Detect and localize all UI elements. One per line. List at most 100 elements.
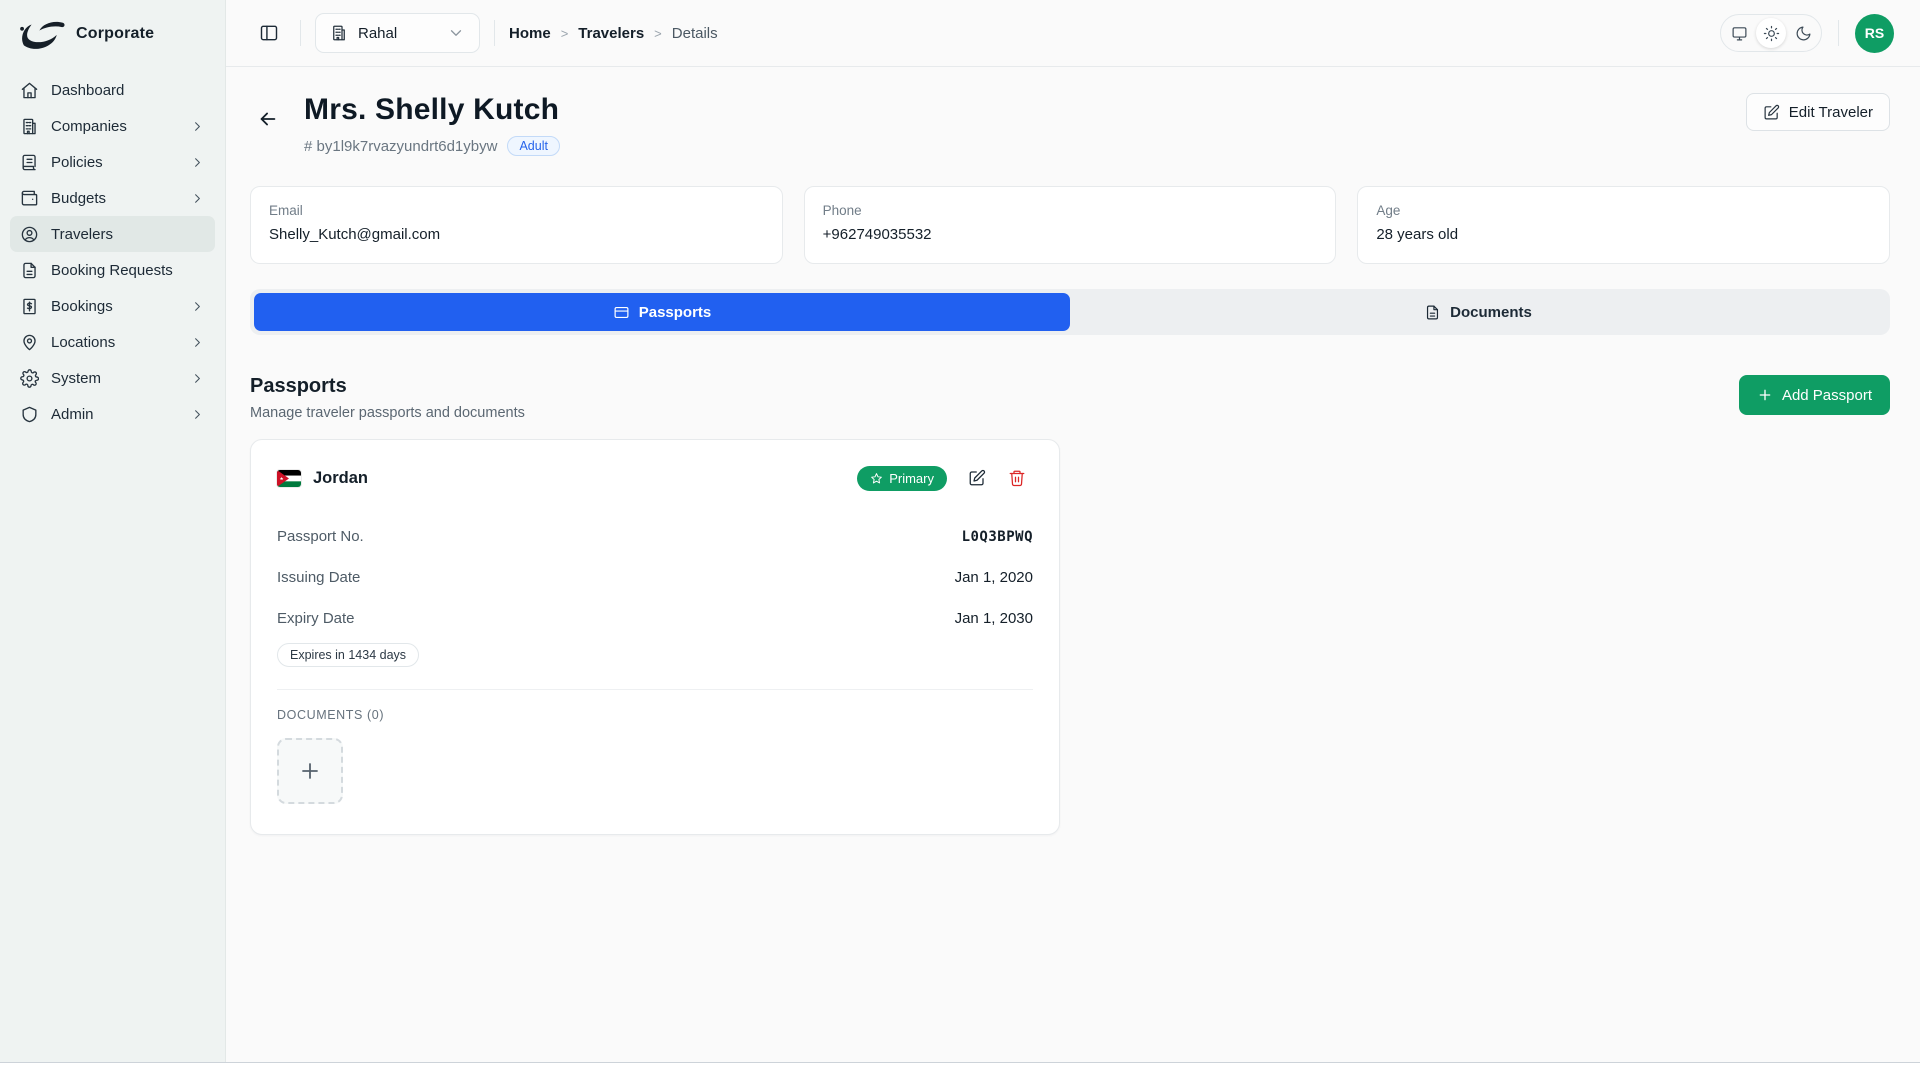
phone-label: Phone [823,203,1318,218]
gear-icon [20,369,39,388]
sidebar-item-system[interactable]: System [10,360,215,396]
passports-section-header: Passports Manage traveler passports and … [250,375,1890,421]
theme-light-button[interactable] [1756,18,1786,48]
divider [1838,20,1839,46]
sun-icon [1763,25,1780,42]
user-circle-icon [20,225,39,244]
sidebar-item-label: Dashboard [51,82,205,99]
passport-number-label: Passport No. [277,528,364,545]
age-label: Age [1376,203,1871,218]
page-title: Mrs. Shelly Kutch [304,93,560,127]
sidebar-item-policies[interactable]: Policies [10,144,215,180]
topbar: Rahal Home > Travelers > Details [226,0,1920,67]
receipt-icon [20,297,39,316]
add-document-dropzone[interactable] [277,738,343,804]
sidebar-item-booking-requests[interactable]: Booking Requests [10,252,215,288]
documents-count-label: DOCUMENTS (0) [277,708,1033,722]
info-cards: Email Shelly_Kutch@gmail.com Phone +9627… [250,186,1890,264]
expiry-date-row: Expiry Date Jan 1, 2030 [277,602,1033,635]
organization-selector[interactable]: Rahal [315,13,480,53]
sidebar-item-dashboard[interactable]: Dashboard [10,72,215,108]
sidebar-item-label: Travelers [51,226,205,243]
edit-traveler-button[interactable]: Edit Traveler [1746,93,1890,131]
expiry-countdown-badge: Expires in 1434 days [277,643,419,667]
plus-icon [298,759,322,783]
edit-pencil-icon [968,469,986,487]
shield-icon [20,405,39,424]
file-text-icon [1424,304,1441,321]
passport-card-header: Jordan Primary [277,462,1033,494]
panel-left-icon [259,23,279,43]
delete-passport-button[interactable] [1001,462,1033,494]
chevron-right-icon [190,335,205,350]
add-passport-label: Add Passport [1782,387,1872,404]
chevron-right-icon [190,407,205,422]
phone-card: Phone +962749035532 [804,186,1337,264]
issuing-date-label: Issuing Date [277,569,360,586]
tab-passports[interactable]: Passports [254,293,1070,331]
theme-switcher [1720,14,1822,52]
chevron-down-icon [447,24,465,42]
building-icon [20,117,39,136]
building-icon [330,24,348,42]
star-icon [870,472,883,485]
organization-name: Rahal [358,25,437,42]
traveler-meta: # by1l9k7rvazyundrt6d1ybyw Adult [304,136,560,156]
scroll-icon [20,153,39,172]
email-label: Email [269,203,764,218]
passport-actions [961,462,1033,494]
sidebar-item-companies[interactable]: Companies [10,108,215,144]
traveler-type-badge: Adult [507,136,560,156]
app-window: Corporate Dashboard Companies [0,0,1920,1063]
divider [300,20,301,46]
add-passport-button[interactable]: Add Passport [1739,375,1890,415]
chevron-right-icon [190,155,205,170]
breadcrumb-home[interactable]: Home [509,25,551,42]
theme-dark-button[interactable] [1788,18,1818,48]
traveler-details-page: Mrs. Shelly Kutch # by1l9k7rvazyundrt6d1… [226,67,1920,1062]
theme-system-button[interactable] [1724,18,1754,48]
arrow-left-icon [257,108,279,130]
breadcrumb-separator: > [654,26,662,41]
chevron-right-icon [190,191,205,206]
tab-documents[interactable]: Documents [1070,293,1886,331]
sidebar-item-budgets[interactable]: Budgets [10,180,215,216]
traveler-id: # by1l9k7rvazyundrt6d1ybyw [304,138,497,155]
sidebar-item-label: Bookings [51,298,178,315]
chevron-right-icon [190,119,205,134]
tab-bar: Passports Documents [250,289,1890,335]
plus-icon [1757,387,1773,403]
phone-value: +962749035532 [823,226,1318,243]
passports-section-subtitle: Manage traveler passports and documents [250,405,525,421]
rahal-logo [16,18,68,50]
sidebar-item-bookings[interactable]: Bookings [10,288,215,324]
file-text-icon [20,261,39,280]
breadcrumb-travelers[interactable]: Travelers [578,25,644,42]
edit-pencil-icon [1763,104,1780,121]
sidebar-toggle-button[interactable] [252,16,286,50]
main-area: Rahal Home > Travelers > Details [226,0,1920,1062]
sidebar-item-admin[interactable]: Admin [10,396,215,432]
sidebar-item-label: Booking Requests [51,262,205,279]
moon-icon [1795,25,1812,42]
sidebar-item-travelers[interactable]: Travelers [10,216,215,252]
map-pin-icon [20,333,39,352]
sidebar-item-label: Locations [51,334,178,351]
back-button[interactable] [250,101,286,137]
edit-passport-button[interactable] [961,462,993,494]
topbar-right: RS [1720,14,1894,53]
home-icon [20,81,39,100]
age-card: Age 28 years old [1357,186,1890,264]
passport-number-value: L0Q3BPWQ [962,529,1033,545]
sidebar-item-locations[interactable]: Locations [10,324,215,360]
trash-icon [1008,469,1026,487]
chevron-right-icon [190,299,205,314]
sidebar-item-label: Budgets [51,190,178,207]
brand-name: Corporate [76,25,154,43]
passport-card: Jordan Primary [250,439,1060,835]
sidebar-item-label: Policies [51,154,178,171]
monitor-icon [1731,25,1748,42]
primary-badge-label: Primary [889,471,934,486]
brand: Corporate [10,18,215,72]
user-avatar[interactable]: RS [1855,14,1894,53]
